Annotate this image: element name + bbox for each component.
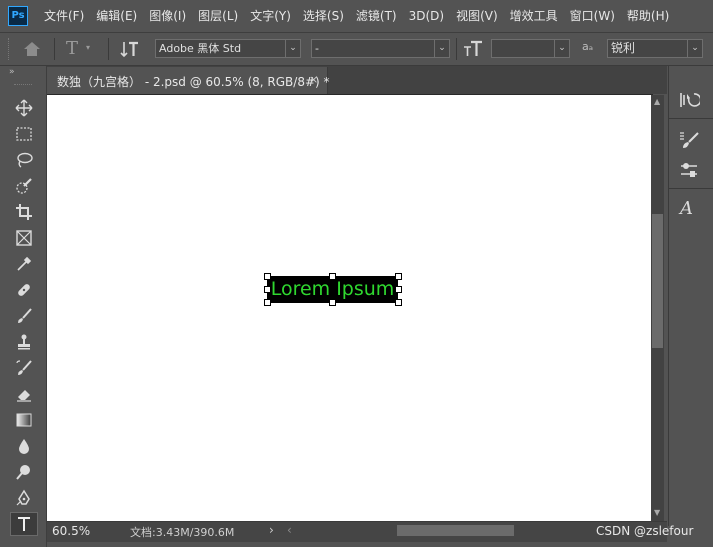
blur-tool-icon[interactable] <box>10 434 38 458</box>
tools-panel: » <box>0 66 47 547</box>
transform-handle[interactable] <box>329 273 336 280</box>
font-family-value: Adobe 黑体 Std <box>159 42 242 55</box>
transform-handle[interactable] <box>395 299 402 306</box>
document-tab-title: 数独（九宫格） - 2.psd @ 60.5% (8, RGB/8#) * <box>57 75 330 89</box>
canvas[interactable] <box>47 95 651 521</box>
menu-type[interactable]: 文字(Y) <box>244 8 297 25</box>
menu-plugins[interactable]: 增效工具 <box>504 8 564 25</box>
menu-select[interactable]: 选择(S) <box>297 8 350 25</box>
move-tool-icon[interactable] <box>10 96 38 120</box>
font-style-value: - <box>315 42 319 55</box>
menu-window[interactable]: 窗口(W) <box>564 8 621 25</box>
scroll-left-icon[interactable]: ‹ <box>287 523 292 537</box>
menu-help[interactable]: 帮助(H) <box>621 8 675 25</box>
transform-handle[interactable] <box>264 286 271 293</box>
close-icon[interactable]: × <box>309 73 318 86</box>
font-style-select[interactable]: - ⌄ <box>311 39 450 58</box>
transform-handle[interactable] <box>329 299 336 306</box>
scroll-up-icon[interactable]: ▲ <box>654 97 660 106</box>
chevron-down-icon: ⌄ <box>554 40 569 57</box>
menu-view[interactable]: 视图(V) <box>450 8 504 25</box>
menu-layer[interactable]: 图层(L) <box>192 8 244 25</box>
chevron-down-icon: ⌄ <box>285 40 300 57</box>
frame-tool-icon[interactable] <box>10 226 38 250</box>
character-panel-icon[interactable]: A <box>680 198 693 219</box>
transform-handle[interactable] <box>264 273 271 280</box>
brushes-panel-icon[interactable] <box>678 160 700 183</box>
divider <box>54 38 55 60</box>
marquee-tool-icon[interactable] <box>10 122 38 146</box>
history-panel-icon[interactable] <box>678 90 702 113</box>
divider <box>108 38 109 60</box>
type-tool-preset-icon[interactable]: T <box>66 39 78 59</box>
toggle-text-orientation-icon[interactable] <box>120 39 140 62</box>
menu-items: 文件(F) 编辑(E) 图像(I) 图层(L) 文字(Y) 选择(S) 滤镜(T… <box>38 8 675 25</box>
menu-image[interactable]: 图像(I) <box>143 8 192 25</box>
divider <box>669 118 713 119</box>
horizontal-type-tool-icon[interactable] <box>10 512 38 536</box>
anti-alias-icon: aₐ <box>582 40 594 53</box>
status-bar: 60.5% 文档:3.43M/390.6M › ‹ <box>47 521 667 542</box>
brush-settings-panel-icon[interactable] <box>678 130 700 153</box>
clone-stamp-tool-icon[interactable] <box>10 330 38 354</box>
gradient-tool-icon[interactable] <box>10 408 38 432</box>
eyedropper-tool-icon[interactable] <box>10 252 38 276</box>
options-bar-grip[interactable] <box>8 38 14 60</box>
right-panel-dock: A <box>668 66 713 526</box>
options-bar: T ▾ Adobe 黑体 Std ⌄ - ⌄ ⌄ aₐ 锐利 ⌄ <box>0 33 713 66</box>
anti-alias-value: 锐利 <box>611 41 636 55</box>
chevron-down-icon: ⌄ <box>434 40 449 57</box>
collapse-panel-icon[interactable]: » <box>9 67 15 77</box>
anti-alias-select[interactable]: 锐利 ⌄ <box>607 39 703 58</box>
menu-filter[interactable]: 滤镜(T) <box>350 8 403 25</box>
divider <box>669 188 713 189</box>
pen-tool-icon[interactable] <box>10 486 38 510</box>
menu-bar: Ps 文件(F) 编辑(E) 图像(I) 图层(L) 文字(Y) 选择(S) 滤… <box>0 0 713 33</box>
transform-handle[interactable] <box>264 299 271 306</box>
chevron-right-icon[interactable]: › <box>269 523 274 537</box>
chevron-down-icon[interactable]: ▾ <box>86 43 90 52</box>
transform-handle[interactable] <box>395 273 402 280</box>
brush-tool-icon[interactable] <box>10 304 38 328</box>
eraser-tool-icon[interactable] <box>10 382 38 406</box>
chevron-down-icon: ⌄ <box>687 40 702 57</box>
toolbar-grip[interactable] <box>14 84 32 87</box>
document-info: 文档:3.43M/390.6M <box>130 526 235 539</box>
divider <box>456 38 457 60</box>
font-size-select[interactable]: ⌄ <box>491 39 570 58</box>
horizontal-scroll-thumb[interactable] <box>397 525 514 536</box>
home-icon[interactable] <box>22 40 42 61</box>
menu-3d[interactable]: 3D(D) <box>403 8 450 25</box>
scroll-down-icon[interactable]: ▼ <box>654 508 660 517</box>
history-brush-tool-icon[interactable] <box>10 356 38 380</box>
dodge-tool-icon[interactable] <box>10 460 38 484</box>
crop-tool-icon[interactable] <box>10 200 38 224</box>
vertical-scroll-thumb[interactable] <box>652 214 663 348</box>
zoom-level[interactable]: 60.5% <box>52 524 90 538</box>
watermark: CSDN @zslefour <box>596 524 694 538</box>
lasso-tool-icon[interactable] <box>10 148 38 172</box>
document-tab[interactable]: 数独（九宫格） - 2.psd @ 60.5% (8, RGB/8#) * × <box>47 67 330 94</box>
menu-edit[interactable]: 编辑(E) <box>90 8 143 25</box>
font-size-icon <box>463 39 483 62</box>
transform-handle[interactable] <box>395 286 402 293</box>
healing-brush-tool-icon[interactable] <box>10 278 38 302</box>
menu-file[interactable]: 文件(F) <box>38 8 90 25</box>
quick-selection-tool-icon[interactable] <box>10 174 38 198</box>
photoshop-logo[interactable]: Ps <box>8 6 28 26</box>
font-family-select[interactable]: Adobe 黑体 Std ⌄ <box>155 39 301 58</box>
